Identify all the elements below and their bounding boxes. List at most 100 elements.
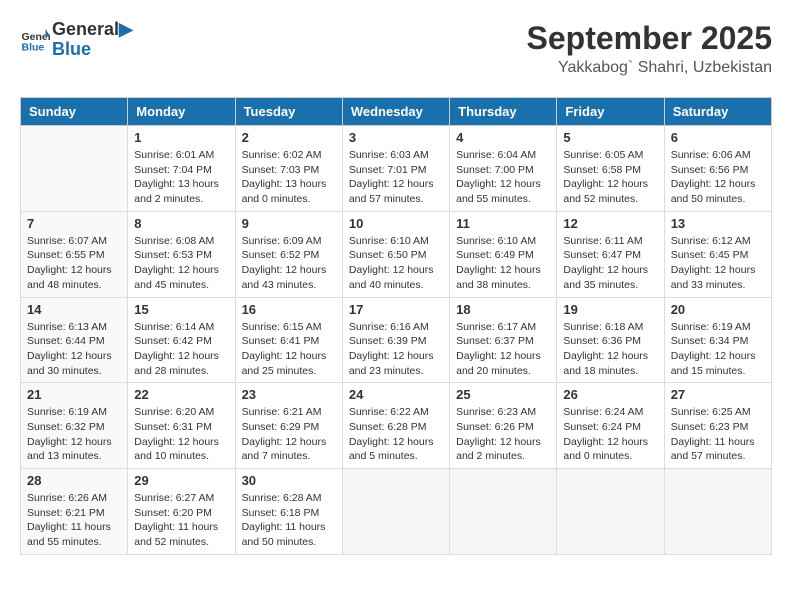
day-info: Sunrise: 6:27 AMSunset: 6:20 PMDaylight:… [134, 491, 228, 550]
day-number: 30 [242, 473, 336, 488]
day-number: 1 [134, 130, 228, 145]
day-info: Sunrise: 6:26 AMSunset: 6:21 PMDaylight:… [27, 491, 121, 550]
calendar-cell: 18 Sunrise: 6:17 AMSunset: 6:37 PMDayligh… [450, 297, 557, 383]
day-number: 5 [563, 130, 657, 145]
day-number: 22 [134, 387, 228, 402]
day-info: Sunrise: 6:10 AMSunset: 6:49 PMDaylight:… [456, 234, 550, 293]
calendar-cell: 26Sunrise: 6:24 AMSunset: 6:24 PMDayligh… [557, 383, 664, 469]
day-info: Sunrise: 6:05 AMSunset: 6:58 PMDaylight:… [563, 148, 657, 207]
day-number: 17 [349, 302, 443, 317]
day-info: Sunrise: 6:06 AMSunset: 6:56 PMDaylight:… [671, 148, 765, 207]
day-number: 2 [242, 130, 336, 145]
calendar-cell: 10Sunrise: 6:10 AMSunset: 6:50 PMDayligh… [342, 211, 449, 297]
day-number: 12 [563, 216, 657, 231]
day-info: Sunrise: 6:08 AMSunset: 6:53 PMDaylight:… [134, 234, 228, 293]
calendar-cell: 16 Sunrise: 6:15 AMSunset: 6:41 PMDayligh… [235, 297, 342, 383]
day-info: Sunrise: 6:11 AMSunset: 6:47 PMDaylight:… [563, 234, 657, 293]
day-info: Sunrise: 6:17 AMSunset: 6:37 PMDaylight:… [456, 320, 550, 379]
calendar-cell [21, 126, 128, 212]
day-info: Sunrise: 6:19 AMSunset: 6:34 PMDaylight:… [671, 320, 765, 379]
month-title: September 2025 [527, 20, 772, 57]
svg-text:Blue: Blue [22, 41, 45, 53]
calendar-cell: 8 Sunrise: 6:08 AMSunset: 6:53 PMDaylight… [128, 211, 235, 297]
calendar-cell: 29 Sunrise: 6:27 AMSunset: 6:20 PMDayligh… [128, 469, 235, 555]
calendar-cell: 11 Sunrise: 6:10 AMSunset: 6:49 PMDayligh… [450, 211, 557, 297]
calendar-cell: 24 Sunrise: 6:22 AMSunset: 6:28 PMDayligh… [342, 383, 449, 469]
day-number: 16 [242, 302, 336, 317]
day-number: 3 [349, 130, 443, 145]
calendar-cell: 28 Sunrise: 6:26 AMSunset: 6:21 PMDayligh… [21, 469, 128, 555]
day-number: 24 [349, 387, 443, 402]
day-info: Sunrise: 6:02 AMSunset: 7:03 PMDaylight:… [242, 148, 336, 207]
weekday-header-friday: Friday [557, 98, 664, 126]
day-number: 18 [456, 302, 550, 317]
day-info: Sunrise: 6:15 AMSunset: 6:41 PMDaylight:… [242, 320, 336, 379]
day-info: Sunrise: 6:04 AMSunset: 7:00 PMDaylight:… [456, 148, 550, 207]
location-subtitle: Yakkabog` Shahri, Uzbekistan [527, 59, 772, 77]
calendar-cell: 1 Sunrise: 6:01 AMSunset: 7:04 PMDaylight… [128, 126, 235, 212]
calendar-cell: 5 Sunrise: 6:05 AMSunset: 6:58 PMDaylight… [557, 126, 664, 212]
day-info: Sunrise: 6:23 AMSunset: 6:26 PMDaylight:… [456, 405, 550, 464]
calendar-cell: 7 Sunrise: 6:07 AMSunset: 6:55 PMDaylight… [21, 211, 128, 297]
day-number: 20 [671, 302, 765, 317]
weekday-header-tuesday: Tuesday [235, 98, 342, 126]
day-number: 14 [27, 302, 121, 317]
day-info: Sunrise: 6:07 AMSunset: 6:55 PMDaylight:… [27, 234, 121, 293]
day-number: 19 [563, 302, 657, 317]
day-number: 7 [27, 216, 121, 231]
day-number: 25 [456, 387, 550, 402]
day-info: Sunrise: 6:09 AMSunset: 6:52 PMDaylight:… [242, 234, 336, 293]
day-info: Sunrise: 6:28 AMSunset: 6:18 PMDaylight:… [242, 491, 336, 550]
day-info: Sunrise: 6:03 AMSunset: 7:01 PMDaylight:… [349, 148, 443, 207]
calendar-cell: 3 Sunrise: 6:03 AMSunset: 7:01 PMDaylight… [342, 126, 449, 212]
calendar-cell: 9Sunrise: 6:09 AMSunset: 6:52 PMDaylight… [235, 211, 342, 297]
day-info: Sunrise: 6:13 AMSunset: 6:44 PMDaylight:… [27, 320, 121, 379]
weekday-header-monday: Monday [128, 98, 235, 126]
day-info: Sunrise: 6:22 AMSunset: 6:28 PMDaylight:… [349, 405, 443, 464]
logo-text: General▶ Blue [52, 20, 133, 60]
calendar-cell: 12 Sunrise: 6:11 AMSunset: 6:47 PMDayligh… [557, 211, 664, 297]
weekday-header-wednesday: Wednesday [342, 98, 449, 126]
day-number: 28 [27, 473, 121, 488]
calendar-table: SundayMondayTuesdayWednesdayThursdayFrid… [20, 97, 772, 555]
calendar-cell: 30 Sunrise: 6:28 AMSunset: 6:18 PMDayligh… [235, 469, 342, 555]
day-info: Sunrise: 6:20 AMSunset: 6:31 PMDaylight:… [134, 405, 228, 464]
day-info: Sunrise: 6:14 AMSunset: 6:42 PMDaylight:… [134, 320, 228, 379]
day-number: 6 [671, 130, 765, 145]
day-info: Sunrise: 6:21 AMSunset: 6:29 PMDaylight:… [242, 405, 336, 464]
day-number: 8 [134, 216, 228, 231]
calendar-cell [664, 469, 771, 555]
day-number: 27 [671, 387, 765, 402]
calendar-cell: 25 Sunrise: 6:23 AMSunset: 6:26 PMDayligh… [450, 383, 557, 469]
logo: General Blue General▶ Blue [20, 20, 133, 60]
day-info: Sunrise: 6:18 AMSunset: 6:36 PMDaylight:… [563, 320, 657, 379]
calendar-cell: 6 Sunrise: 6:06 AMSunset: 6:56 PMDaylight… [664, 126, 771, 212]
day-info: Sunrise: 6:16 AMSunset: 6:39 PMDaylight:… [349, 320, 443, 379]
day-info: Sunrise: 6:01 AMSunset: 7:04 PMDaylight:… [134, 148, 228, 207]
weekday-header-saturday: Saturday [664, 98, 771, 126]
calendar-cell [557, 469, 664, 555]
day-info: Sunrise: 6:24 AMSunset: 6:24 PMDaylight:… [563, 405, 657, 464]
day-number: 13 [671, 216, 765, 231]
day-number: 10 [349, 216, 443, 231]
day-info: Sunrise: 6:19 AMSunset: 6:32 PMDaylight:… [27, 405, 121, 464]
day-number: 15 [134, 302, 228, 317]
calendar-cell: 2 Sunrise: 6:02 AMSunset: 7:03 PMDaylight… [235, 126, 342, 212]
calendar-cell: 20 Sunrise: 6:19 AMSunset: 6:34 PMDayligh… [664, 297, 771, 383]
calendar-cell: 4Sunrise: 6:04 AMSunset: 7:00 PMDaylight… [450, 126, 557, 212]
day-number: 21 [27, 387, 121, 402]
weekday-header-sunday: Sunday [21, 98, 128, 126]
calendar-cell: 14 Sunrise: 6:13 AMSunset: 6:44 PMDayligh… [21, 297, 128, 383]
calendar-cell: 15 Sunrise: 6:14 AMSunset: 6:42 PMDayligh… [128, 297, 235, 383]
day-info: Sunrise: 6:12 AMSunset: 6:45 PMDaylight:… [671, 234, 765, 293]
calendar-cell: 21 Sunrise: 6:19 AMSunset: 6:32 PMDayligh… [21, 383, 128, 469]
day-number: 23 [242, 387, 336, 402]
calendar-cell [450, 469, 557, 555]
calendar-cell: 23 Sunrise: 6:21 AMSunset: 6:29 PMDayligh… [235, 383, 342, 469]
calendar-cell: 19 Sunrise: 6:18 AMSunset: 6:36 PMDayligh… [557, 297, 664, 383]
calendar-cell: 17 Sunrise: 6:16 AMSunset: 6:39 PMDayligh… [342, 297, 449, 383]
calendar-cell: 13 Sunrise: 6:12 AMSunset: 6:45 PMDayligh… [664, 211, 771, 297]
day-number: 11 [456, 216, 550, 231]
calendar-cell: 22 Sunrise: 6:20 AMSunset: 6:31 PMDayligh… [128, 383, 235, 469]
day-number: 29 [134, 473, 228, 488]
